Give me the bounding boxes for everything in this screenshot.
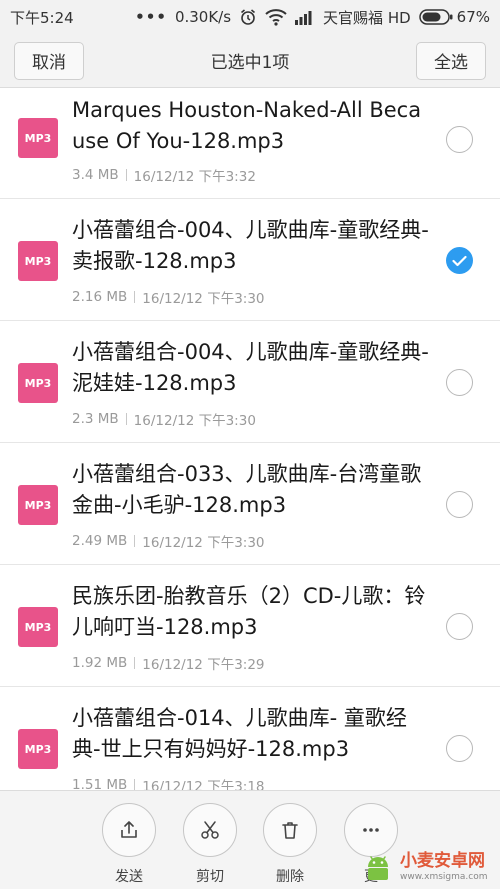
file-date: 16/12/12 下午3:18 xyxy=(142,779,265,790)
battery-icon xyxy=(418,9,453,25)
select-checkbox[interactable] xyxy=(446,735,473,762)
send-label: 发送 xyxy=(115,869,143,885)
meta-divider xyxy=(125,413,127,425)
file-name: Marques Houston-Naked-All Because Of You… xyxy=(72,98,422,153)
file-row[interactable]: MP3 Marques Houston-Naked-All Because Of… xyxy=(0,88,500,199)
file-date: 16/12/12 下午3:29 xyxy=(142,657,265,673)
file-size: 2.49 MB xyxy=(72,533,128,549)
signal-icon xyxy=(295,9,315,25)
file-meta: 1.51 MB 16/12/12 下午3:18 xyxy=(72,775,265,790)
file-name: 小蓓蕾组合-014、儿歌曲库- 童歌经典-世上只有妈妈好-128.mp3 xyxy=(72,706,407,761)
more-icon xyxy=(363,828,379,832)
alarm-icon xyxy=(239,8,257,26)
delete-label: 删除 xyxy=(276,869,304,885)
meta-divider xyxy=(134,779,136,790)
select-all-button[interactable]: 全选 xyxy=(415,41,486,80)
cut-label: 剪切 xyxy=(196,869,224,885)
file-name: 民族乐团-胎教音乐（2）CD-儿歌：铃儿响叮当-128.mp3 xyxy=(72,584,426,639)
wifi-icon xyxy=(265,8,287,26)
file-size: 2.16 MB xyxy=(72,289,128,305)
file-row[interactable]: MP3 小蓓蕾组合-033、儿歌曲库-台湾童歌金曲-小毛驴-128.mp3 2.… xyxy=(0,443,500,565)
file-size: 3.4 MB xyxy=(72,167,119,183)
file-meta: 2.16 MB 16/12/12 下午3:30 xyxy=(72,287,265,307)
cut-button[interactable]: 剪切 xyxy=(183,803,237,886)
mp3-file-icon: MP3 xyxy=(18,241,58,281)
file-date: 16/12/12 下午3:32 xyxy=(133,169,256,185)
watermark-url: www.xmsigma.com xyxy=(400,872,488,882)
send-button[interactable]: 发送 xyxy=(102,803,156,886)
trash-icon xyxy=(282,822,298,839)
file-list: MP3 Marques Houston-Naked-All Because Of… xyxy=(0,88,500,790)
mp3-file-icon: MP3 xyxy=(18,363,58,403)
file-date: 16/12/12 下午3:30 xyxy=(133,413,256,429)
file-meta: 3.4 MB 16/12/12 下午3:32 xyxy=(72,165,256,185)
file-row[interactable]: MP3 小蓓蕾组合-004、儿歌曲库-童歌经典-泥娃娃-128.mp3 2.3 … xyxy=(0,321,500,443)
dots-icon: ••• xyxy=(135,8,167,26)
scissors-icon xyxy=(201,821,219,839)
select-checkbox[interactable] xyxy=(446,126,473,153)
share-icon xyxy=(121,821,137,838)
file-row[interactable]: MP3 小蓓蕾组合-004、儿歌曲库-童歌经典-卖报歌-128.mp3 2.16… xyxy=(0,199,500,321)
file-date: 16/12/12 下午3:30 xyxy=(142,291,265,307)
select-checkbox[interactable] xyxy=(446,613,473,640)
file-meta: 1.92 MB 16/12/12 下午3:29 xyxy=(72,653,265,673)
watermark: 小麦安卓网 www.xmsigma.com xyxy=(360,846,500,888)
file-row[interactable]: MP3 小蓓蕾组合-014、儿歌曲库- 童歌经典-世上只有妈妈好-128.mp3… xyxy=(0,687,500,790)
mp3-file-icon: MP3 xyxy=(18,485,58,525)
file-name: 小蓓蕾组合-033、儿歌曲库-台湾童歌金曲-小毛驴-128.mp3 xyxy=(72,462,422,517)
file-size: 1.51 MB xyxy=(72,777,128,790)
android-logo-icon xyxy=(368,856,388,880)
watermark-title: 小麦安卓网 xyxy=(400,851,485,871)
cut-button-circle[interactable] xyxy=(183,803,237,857)
cancel-button[interactable]: 取消 xyxy=(14,41,84,80)
select-checkbox[interactable] xyxy=(446,369,473,396)
file-meta: 2.49 MB 16/12/12 下午3:30 xyxy=(72,531,265,551)
file-row[interactable]: MP3 民族乐团-胎教音乐（2）CD-儿歌：铃儿响叮当-128.mp3 1.92… xyxy=(0,565,500,687)
status-time: 下午5:24 xyxy=(10,8,74,27)
meta-divider xyxy=(134,535,136,547)
meta-divider xyxy=(134,291,136,303)
delete-button-circle[interactable] xyxy=(263,803,317,857)
battery-percent: 67% xyxy=(456,8,490,26)
mp3-file-icon: MP3 xyxy=(18,118,58,158)
delete-button[interactable]: 删除 xyxy=(263,803,317,886)
select-checkbox[interactable] xyxy=(446,491,473,518)
file-date: 16/12/12 下午3:30 xyxy=(142,535,265,551)
meta-divider xyxy=(125,169,127,181)
send-button-circle[interactable] xyxy=(102,803,156,857)
select-checkbox-checked[interactable] xyxy=(446,247,473,274)
checkmark-icon xyxy=(452,255,467,266)
network-speed: 0.30K/s xyxy=(174,8,232,26)
selection-title: 已选中1项 xyxy=(210,53,290,73)
file-name: 小蓓蕾组合-004、儿歌曲库-童歌经典-泥娃娃-128.mp3 xyxy=(72,340,429,395)
selection-header: 取消 已选中1项 全选 xyxy=(0,34,500,88)
mp3-file-icon: MP3 xyxy=(18,607,58,647)
file-size: 2.3 MB xyxy=(72,411,119,427)
file-size: 1.92 MB xyxy=(72,655,128,671)
meta-divider xyxy=(134,657,136,669)
file-meta: 2.3 MB 16/12/12 下午3:30 xyxy=(72,409,256,429)
file-name: 小蓓蕾组合-004、儿歌曲库-童歌经典-卖报歌-128.mp3 xyxy=(72,218,429,273)
screen: 下午5:24 ••• 0.30K/s 天官赐福 HD 67% 取消 已选中1项 … xyxy=(0,0,500,889)
mp3-file-icon: MP3 xyxy=(18,729,58,769)
status-bar: 下午5:24 ••• 0.30K/s 天官赐福 HD 67% xyxy=(0,0,500,34)
carrier: 天官赐福 HD xyxy=(323,8,411,27)
